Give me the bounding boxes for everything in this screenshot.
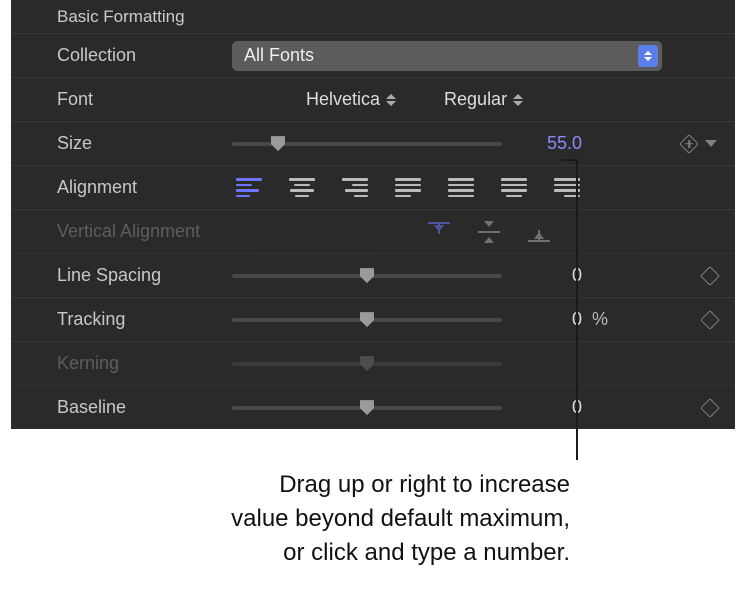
label-size: Size [57, 133, 232, 154]
label-baseline: Baseline [57, 397, 232, 418]
align-justify-button[interactable] [448, 178, 474, 198]
label-line-spacing: Line Spacing [57, 265, 232, 286]
kerning-slider [232, 354, 502, 374]
size-slider[interactable] [232, 134, 502, 154]
font-family-select[interactable]: Helvetica [302, 89, 400, 110]
linespacing-value-field[interactable]: 0 [512, 265, 582, 286]
tracking-unit: % [592, 309, 616, 330]
align-center-button[interactable] [289, 178, 315, 198]
section-header: Basic Formatting [11, 0, 735, 34]
baseline-slider[interactable] [232, 398, 502, 418]
callout-leader-line [576, 160, 578, 460]
inspector-panel: Basic Formatting Collection All Fonts Fo… [11, 0, 735, 429]
align-right-button[interactable] [342, 178, 368, 198]
align-left-button[interactable] [236, 178, 262, 198]
row-collection: Collection All Fonts [11, 34, 735, 78]
row-kerning: Kerning [11, 342, 735, 386]
keyframe-diamond-icon[interactable] [700, 310, 720, 330]
label-vertical-alignment: Vertical Alignment [57, 221, 232, 242]
label-collection: Collection [57, 45, 232, 66]
label-tracking: Tracking [57, 309, 232, 330]
row-line-spacing: Line Spacing 0 [11, 254, 735, 298]
callout-text: Drag up or right to increase value beyon… [150, 468, 570, 570]
label-alignment: Alignment [57, 177, 232, 198]
size-value-field[interactable]: 55.0 [512, 133, 582, 154]
font-style-select[interactable]: Regular [440, 89, 527, 110]
row-baseline: Baseline 0 [11, 386, 735, 429]
linespacing-slider[interactable] [232, 266, 502, 286]
row-size: Size 55.0 [11, 122, 735, 166]
label-kerning: Kerning [57, 353, 232, 374]
updown-caret-icon [513, 94, 523, 106]
updown-caret-icon [638, 45, 658, 67]
callout-leader-line [562, 159, 577, 161]
valign-top-button [428, 222, 450, 242]
font-style-value: Regular [444, 89, 507, 110]
row-font: Font Helvetica Regular [11, 78, 735, 122]
tracking-value-field[interactable]: 0 [512, 309, 582, 330]
row-tracking: Tracking 0 % [11, 298, 735, 342]
label-font: Font [57, 89, 232, 110]
add-keyframe-icon[interactable] [681, 136, 697, 152]
collection-value: All Fonts [244, 45, 314, 66]
font-family-value: Helvetica [306, 89, 380, 110]
collection-select[interactable]: All Fonts [232, 41, 662, 71]
slider-thumb [358, 354, 376, 372]
valign-middle-button [478, 222, 500, 242]
chevron-down-icon[interactable] [705, 140, 717, 147]
keyframe-diamond-icon[interactable] [700, 266, 720, 286]
slider-thumb[interactable] [358, 398, 376, 416]
align-justify-center-button[interactable] [501, 178, 527, 198]
slider-thumb[interactable] [269, 134, 287, 152]
updown-caret-icon [386, 94, 396, 106]
row-alignment: Alignment [11, 166, 735, 210]
slider-thumb[interactable] [358, 310, 376, 328]
align-justify-left-button[interactable] [395, 178, 421, 198]
tracking-slider[interactable] [232, 310, 502, 330]
slider-thumb[interactable] [358, 266, 376, 284]
baseline-value-field[interactable]: 0 [512, 397, 582, 418]
keyframe-diamond-icon[interactable] [700, 398, 720, 418]
valign-bottom-button [528, 222, 550, 242]
row-vertical-alignment: Vertical Alignment [11, 210, 735, 254]
